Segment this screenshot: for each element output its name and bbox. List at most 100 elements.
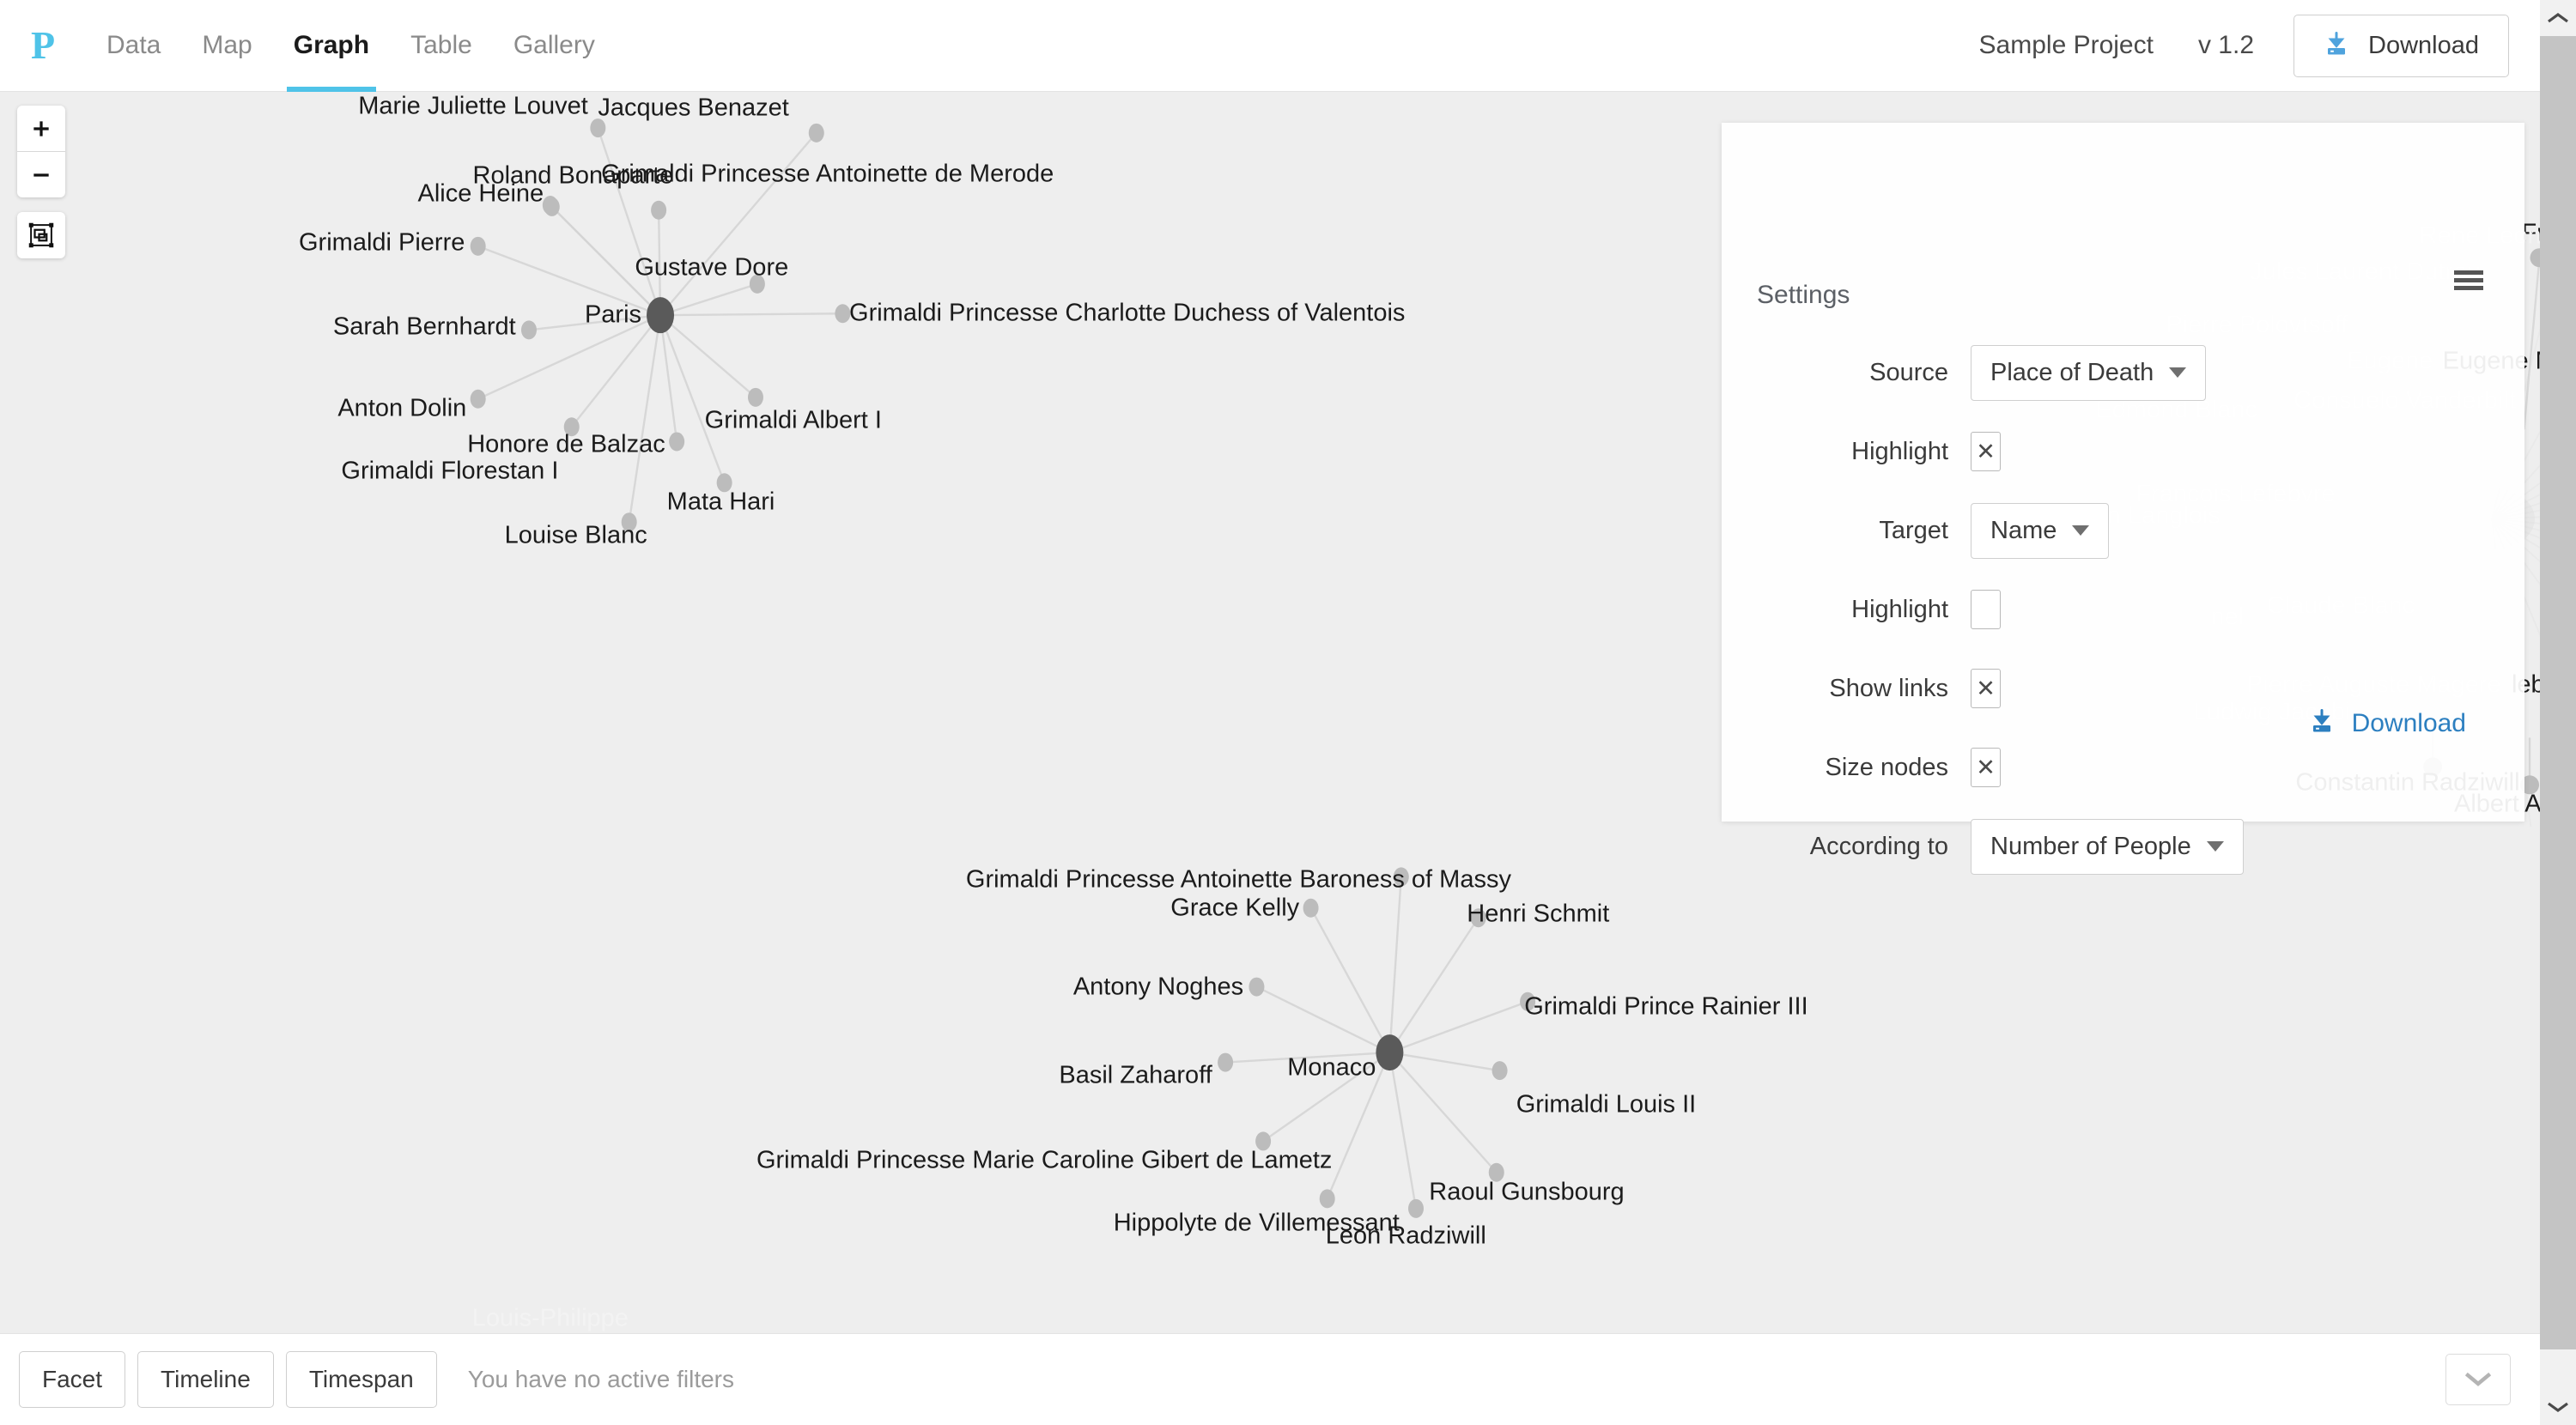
settings-label: Size nodes [1825,753,1949,781]
graph-edge [659,314,726,483]
filter-status-text: You have no active filters [467,1366,734,1392]
graph-node-label: Raoul Gunsbourg [1429,1178,1625,1206]
chevron-down-icon [2169,367,2187,378]
graph-node[interactable] [1303,898,1319,918]
graph-node-label: Sarah Bernhardt [332,312,516,341]
footer-button-timespan[interactable]: Timespan [285,1351,437,1408]
checkbox-highlight[interactable]: ✕ [1971,432,2001,471]
top-navigation-bar: P Data Map Graph Table Gallery Sample Projec… [0,0,2540,92]
graph-node[interactable] [470,389,486,409]
settings-panel: Settings Source Place of Death Highlight ✕ T… [1722,123,2524,875]
settings-label: According to [1809,832,1948,860]
graph-node[interactable] [1408,1198,1425,1218]
graph-node-label: Grimaldi Princesse Marie Caroline Gibert… [756,1146,1333,1174]
graph-node-label: Grace Kelly [1170,894,1300,922]
checkbox-highlight[interactable] [1971,590,2001,629]
graph-node-label: Grimaldi Princesse Charlotte Duchess of … [849,299,1406,327]
select-source[interactable]: Place of Death [1971,344,2207,401]
graph-node[interactable] [835,304,851,324]
graph-node-label: Grimaldi Princesse Antoinette Baroness o… [965,865,1511,894]
graph-node-label: Gustave Dore [635,253,789,282]
settings-row-highlight: Highlight [1722,570,2524,649]
checkbox-size-nodes[interactable]: ✕ [1971,748,2001,787]
graph-node[interactable] [520,320,537,340]
zoom-out-button[interactable] [17,152,65,197]
settings-label: Highlight [1851,595,1948,623]
select-value: Name [1990,516,2057,544]
graph-node-label: Paris [584,300,642,329]
fit-to-screen-icon [28,222,54,248]
graph-node-label: Anton Dolin [337,394,467,422]
graph-node[interactable] [2530,248,2540,268]
scrollbar-thumb[interactable] [2540,36,2576,1349]
zoom-in-button[interactable] [17,106,65,152]
footer-button-timeline[interactable]: Timeline [137,1351,274,1408]
download-button-label: Download [2368,31,2479,59]
graph-node-label: Jacques Benazet [598,94,789,122]
graph-edge [1389,1051,1500,1072]
graph-node-label: Basil Zaharoff [1059,1061,1212,1089]
graph-node-label: Alice Heine [417,179,544,208]
graph-node[interactable] [1218,1052,1234,1072]
graph-node-label: Louise Blanc [504,521,647,549]
graph-edge [1309,907,1391,1053]
project-name: Sample Project [1978,31,2154,59]
graph-edge [1388,1052,1418,1210]
footer-buttons: Facet Timeline Timespan [19,1351,449,1408]
graph-node[interactable] [1376,1034,1404,1071]
graph-node-label: Monaco [1287,1053,1376,1082]
graph-edge [1255,985,1390,1054]
settings-row-size-nodes: Size nodes ✕ [1722,728,2524,807]
chevron-down-icon [2465,1372,2491,1386]
checkbox-show-links[interactable]: ✕ [1971,669,2001,708]
graph-node[interactable] [747,387,763,407]
scrollbar-down-arrow[interactable] [2540,1389,2576,1425]
graph-node[interactable] [544,197,560,216]
vertical-scrollbar[interactable] [2540,0,2576,1425]
top-right-group: Sample Project v 1.2 Download [1978,14,2540,77]
settings-row-source: Source Place of Death [1722,333,2524,412]
scrollbar-up-arrow[interactable] [2540,0,2576,36]
graph-edge [1388,917,1479,1053]
graph-node-label: Grimaldi Pierre [299,228,465,257]
graph-node-label: Grimaldi Princesse Antoinette de Merode [601,160,1054,188]
settings-label: Source [1869,358,1948,386]
select-according-to[interactable]: Number of People [1971,818,2244,875]
graph-node[interactable] [470,236,486,256]
app-root: P Data Map Graph Table Gallery Sample Projec… [0,0,2576,1425]
panel-download-button[interactable]: Download [2309,708,2466,738]
graph-node[interactable] [1319,1189,1335,1209]
tab-gallery[interactable]: Gallery [493,0,616,92]
download-icon [2309,708,2335,738]
download-button[interactable]: Download [2293,14,2509,77]
chevron-down-icon [2072,525,2090,536]
tab-data[interactable]: Data [86,0,181,92]
tab-map[interactable]: Map [181,0,272,92]
brand-logo[interactable]: P [0,26,86,65]
select-target[interactable]: Name [1971,502,2110,559]
graph-edge [659,314,756,398]
graph-node[interactable] [808,123,824,142]
graph-node-label: Leon Radziwill [1325,1222,1486,1250]
download-icon [2324,31,2349,61]
tab-table[interactable]: Table [390,0,493,92]
footer-collapse-button[interactable] [2445,1354,2511,1405]
fit-to-screen-button[interactable] [17,212,65,258]
graph-node[interactable] [1492,1061,1508,1081]
footer-button-facet[interactable]: Facet [19,1351,126,1408]
select-value: Place of Death [1990,358,2154,386]
settings-row-target: Target Name [1722,491,2524,570]
nav-tabs: Data Map Graph Table Gallery [86,0,616,92]
hamburger-menu-icon[interactable] [2454,269,2483,297]
graph-node[interactable] [669,432,685,452]
graph-node[interactable] [651,200,667,220]
settings-row-highlight: Highlight ✕ [1722,412,2524,491]
graph-edge [1388,1052,1498,1173]
graph-node[interactable] [647,297,675,334]
panel-download-label: Download [2351,708,2466,737]
graph-edge [1388,876,1402,1053]
tab-graph[interactable]: Graph [273,0,390,92]
settings-label: Highlight [1851,437,1948,465]
chevron-down-icon [2548,1402,2568,1412]
graph-node[interactable] [1249,977,1265,997]
